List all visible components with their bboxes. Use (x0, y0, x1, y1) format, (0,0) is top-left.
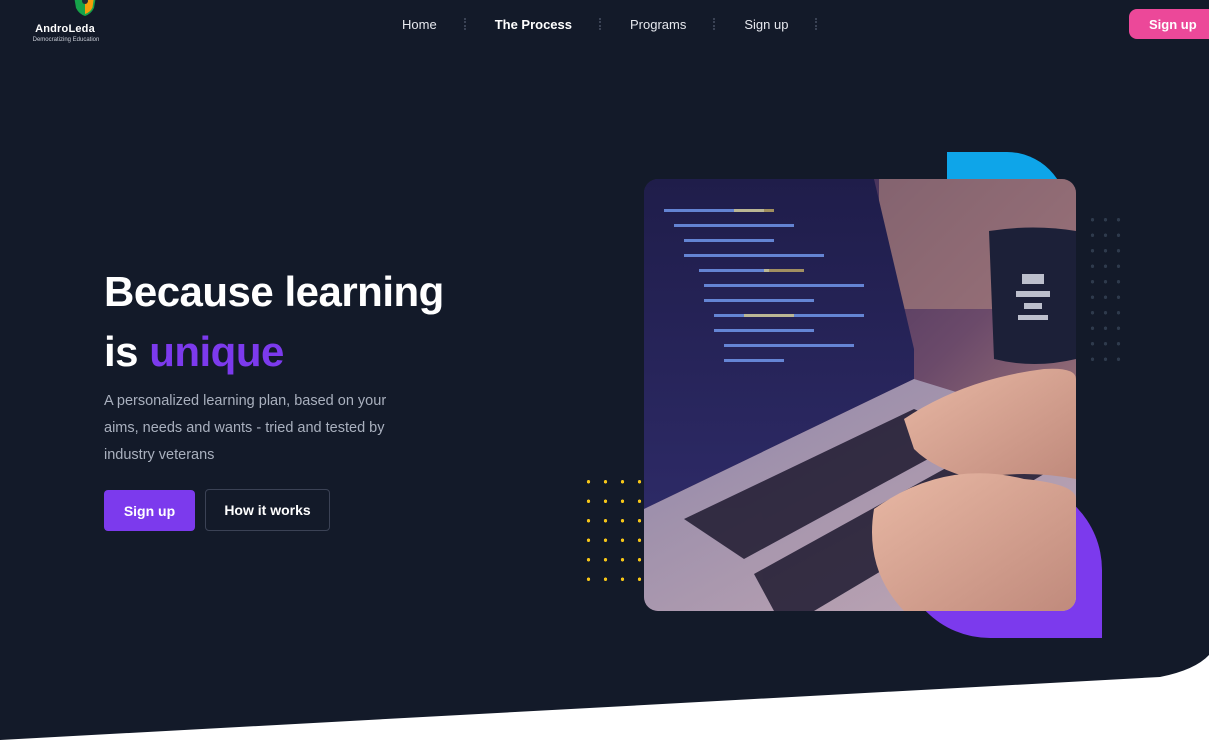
nav-item-sign-up[interactable]: Sign up (717, 17, 815, 32)
brand-logo[interactable]: AndroLeda Democratizing Education (22, 0, 112, 48)
laptop-coding-image (644, 179, 1076, 611)
brand-name: AndroLeda (35, 23, 95, 35)
main-nav: Home The Process Programs Sign up (375, 14, 819, 34)
signup-button[interactable]: Sign up (104, 490, 195, 531)
shield-icon (74, 0, 96, 16)
hero-title-prefix: is (104, 328, 150, 375)
header-signup-button[interactable]: Sign up (1129, 9, 1209, 39)
brand-tagline: Democratizing Education (32, 37, 100, 43)
how-it-works-button[interactable]: How it works (205, 489, 330, 531)
nav-divider (815, 18, 819, 30)
nav-item-programs[interactable]: Programs (603, 17, 713, 32)
decorative-dots-yellow (580, 472, 646, 582)
hero-title-line1: Because learning (104, 268, 444, 315)
hero-title-accent: unique (149, 328, 284, 375)
decorative-dots-grey (1086, 212, 1126, 364)
hero-title: Because learning is unique (104, 262, 444, 382)
hero-description: A personalized learning plan, based on y… (104, 393, 387, 463)
nav-item-home[interactable]: Home (375, 17, 464, 32)
nav-item-the-process[interactable]: The Process (468, 17, 599, 32)
bottom-wave-divider (0, 655, 1209, 740)
